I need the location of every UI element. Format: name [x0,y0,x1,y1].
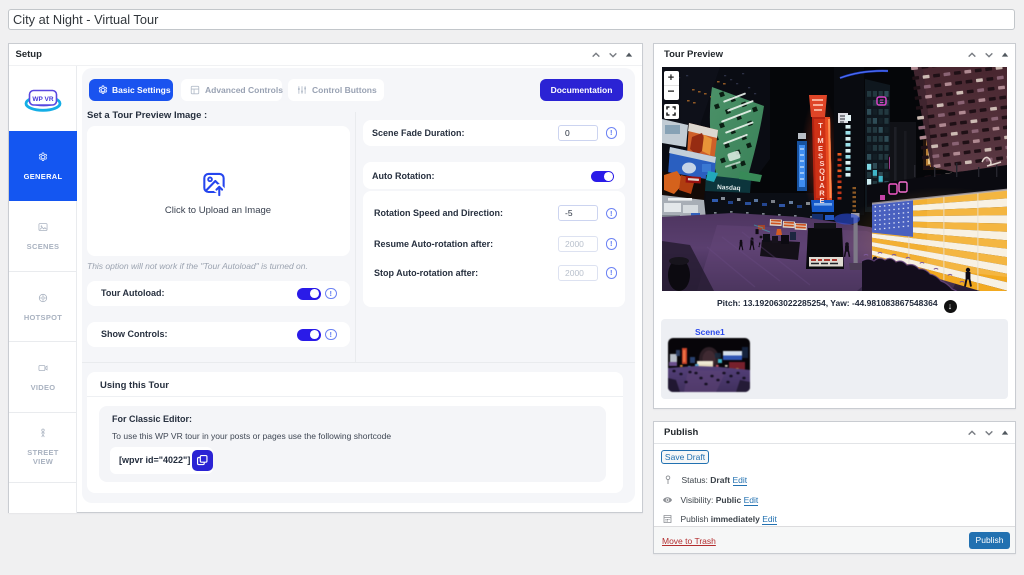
svg-text:WP VR: WP VR [32,96,53,103]
svg-text:Nasdaq: Nasdaq [717,184,741,192]
svg-text:E: E [819,196,824,205]
